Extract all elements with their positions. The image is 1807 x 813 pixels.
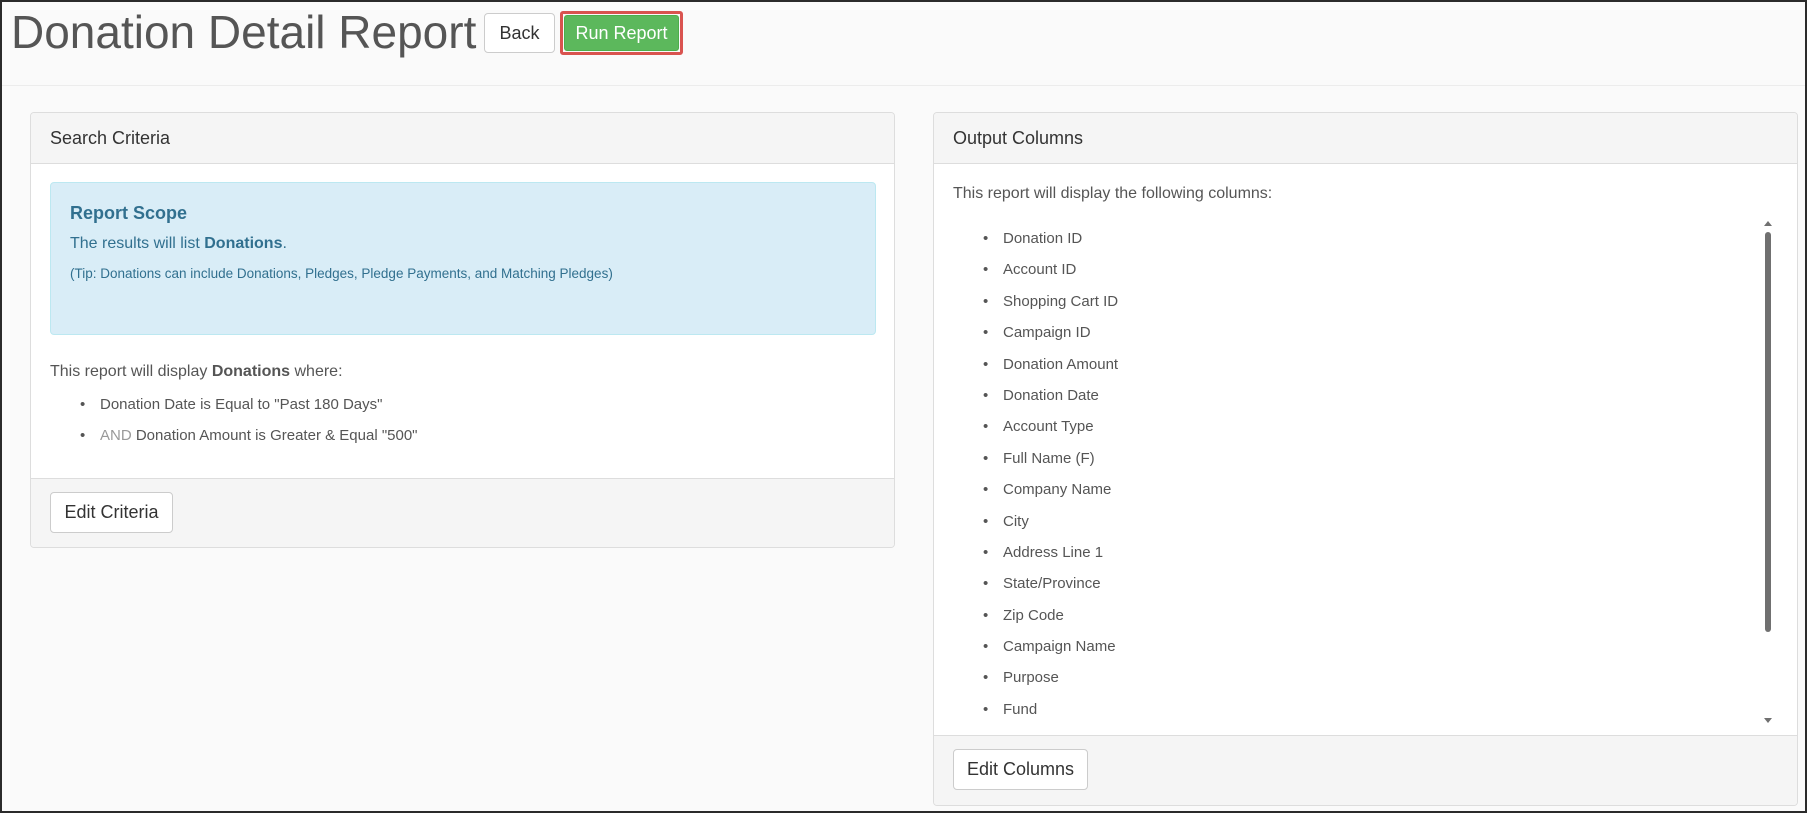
column-item: Account Type xyxy=(983,417,1118,448)
criteria-list: Donation Date is Equal to "Past 180 Days… xyxy=(80,395,418,457)
column-item: Zip Code xyxy=(983,606,1118,637)
column-item: Campaign ID xyxy=(983,323,1118,354)
report-scope-alert: Report Scope The results will list Donat… xyxy=(50,182,876,335)
criteria-intro-suffix: where: xyxy=(290,363,343,380)
output-columns-intro: This report will display the following c… xyxy=(953,185,1273,202)
column-item: Company Name xyxy=(983,480,1118,511)
criteria-item: AND Donation Amount is Greater & Equal "… xyxy=(80,426,418,457)
criteria-text: Donation Amount is Greater & Equal "500" xyxy=(135,427,418,444)
column-item: Purpose xyxy=(983,668,1118,699)
search-criteria-panel: Search Criteria Report Scope The results… xyxy=(30,112,895,548)
criteria-operator: AND xyxy=(100,427,136,444)
column-item: Full Name (F) xyxy=(983,449,1118,480)
scope-text-suffix: . xyxy=(282,235,287,252)
columns-list: Donation ID Account ID Shopping Cart ID … xyxy=(983,229,1118,727)
output-columns-panel: Output Columns This report will display … xyxy=(933,112,1798,806)
criteria-text: Donation Date is Equal to "Past 180 Days… xyxy=(100,396,383,413)
criteria-intro-entity: Donations xyxy=(211,363,291,380)
scope-text-prefix: The results will list xyxy=(70,235,205,252)
column-item: Campaign Name xyxy=(983,637,1118,668)
column-item: Address Line 1 xyxy=(983,543,1118,574)
column-item: Donation Date xyxy=(983,386,1118,417)
criteria-intro: This report will display Donations where… xyxy=(50,363,343,381)
scope-text-entity: Donations xyxy=(204,235,283,252)
report-scope-title: Report Scope xyxy=(70,203,188,223)
columns-scroll-area[interactable]: Donation ID Account ID Shopping Cart ID … xyxy=(953,219,1780,727)
scroll-thumb[interactable] xyxy=(1765,232,1771,632)
search-criteria-heading: Search Criteria xyxy=(31,113,894,164)
column-item: Donation Amount xyxy=(983,355,1118,386)
column-item: Account ID xyxy=(983,260,1118,291)
scroll-up-arrow-icon[interactable] xyxy=(1764,221,1772,226)
edit-columns-button[interactable]: Edit Columns xyxy=(953,749,1088,790)
run-report-highlight: Run Report xyxy=(560,11,683,55)
back-button[interactable]: Back xyxy=(484,13,555,53)
output-columns-footer: Edit Columns xyxy=(934,735,1797,805)
app-frame: Donation Detail Report Back Run Report S… xyxy=(0,0,1807,813)
criteria-item: Donation Date is Equal to "Past 180 Days… xyxy=(80,395,418,426)
page-header: Donation Detail Report Back Run Report xyxy=(2,2,1805,86)
criteria-intro-prefix: This report will display xyxy=(50,363,212,380)
column-item: State/Province xyxy=(983,574,1118,605)
scroll-down-arrow-icon[interactable] xyxy=(1764,718,1772,723)
search-criteria-footer: Edit Criteria xyxy=(31,478,894,547)
column-item: Shopping Cart ID xyxy=(983,292,1118,323)
report-scope-text: The results will list Donations. xyxy=(70,235,287,253)
report-scope-tip: (Tip: Donations can include Donations, P… xyxy=(70,266,613,281)
page-title: Donation Detail Report xyxy=(11,6,477,58)
column-item: Donation ID xyxy=(983,229,1118,260)
edit-criteria-button[interactable]: Edit Criteria xyxy=(50,492,173,533)
run-report-button[interactable]: Run Report xyxy=(564,15,679,51)
column-item: City xyxy=(983,512,1118,543)
columns-scrollbar[interactable] xyxy=(1762,219,1774,727)
output-columns-heading: Output Columns xyxy=(934,113,1797,164)
column-item: Fund xyxy=(983,700,1118,727)
